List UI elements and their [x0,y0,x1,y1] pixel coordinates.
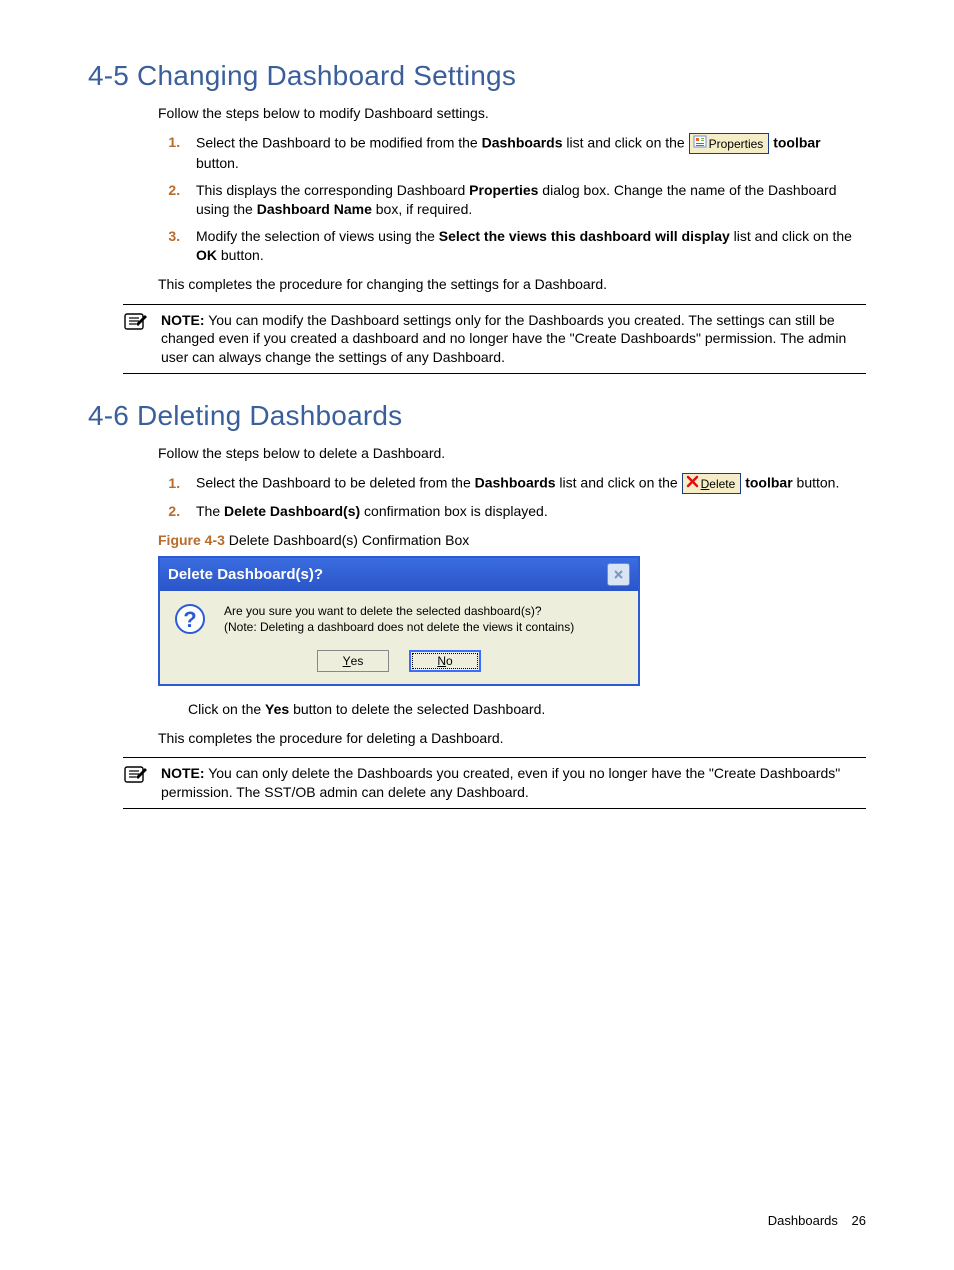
delete-button-label: Delete [701,477,736,491]
text-bold: Dashboards [475,475,556,491]
note-label: NOTE: [161,765,205,781]
section45-note: NOTE: You can modify the Dashboard setti… [123,304,866,375]
section46-step-2: The Delete Dashboard(s) confirmation box… [184,502,866,521]
text: button. [196,155,239,171]
close-icon [613,569,624,580]
question-icon: ? [174,603,206,635]
dialog-titlebar: Delete Dashboard(s)? [160,558,638,591]
text-bold: Delete Dashboard(s) [224,503,360,519]
text-bold: Dashboards [482,134,563,150]
dialog-close-button[interactable] [607,563,630,586]
text: Select the Dashboard to be deleted from … [196,475,475,491]
page-footer: Dashboards 26 [768,1213,866,1228]
text: list and click on the [730,228,852,244]
text-bold: Properties [469,182,538,198]
figure-text: Delete Dashboard(s) Confirmation Box [225,532,469,548]
section-heading-4-5: 4-5 Changing Dashboard Settings [88,60,866,92]
dialog-message-line1: Are you sure you want to delete the sele… [224,603,574,619]
section45-step-1: Select the Dashboard to be modified from… [184,133,866,173]
section45-step-3: Modify the selection of views using the … [184,227,866,265]
text: button. [793,475,840,491]
figure-caption: Figure 4-3 Delete Dashboard(s) Confirmat… [158,531,866,550]
section46-step-1: Select the Dashboard to be deleted from … [184,473,866,494]
section45-intro: Follow the steps below to modify Dashboa… [158,104,866,123]
note-body: You can only delete the Dashboards you c… [161,765,840,800]
section-heading-4-6: 4-6 Deleting Dashboards [88,400,866,432]
note-text: NOTE: You can modify the Dashboard setti… [161,311,866,368]
text-bold: toolbar [745,475,792,491]
note-body: You can modify the Dashboard settings on… [161,312,846,366]
section46-note: NOTE: You can only delete the Dashboards… [123,757,866,809]
properties-icon [693,135,707,152]
section45-conclusion: This completes the procedure for changin… [158,275,866,294]
text: The [196,503,224,519]
dialog-title-text: Delete Dashboard(s)? [168,566,323,583]
delete-toolbar-button[interactable]: Delete [682,473,742,494]
text: confirmation box is displayed. [360,503,548,519]
footer-section: Dashboards [768,1213,838,1228]
note-icon [123,312,151,337]
text: list and click on the [556,475,682,491]
section46-intro: Follow the steps below to delete a Dashb… [158,444,866,463]
text: button to delete the selected Dashboard. [289,701,545,717]
figure-label: Figure 4-3 [158,532,225,548]
note-icon [123,765,151,790]
delete-confirmation-dialog: Delete Dashboard(s)? ? Are you sure you … [158,556,640,685]
delete-x-icon [686,475,699,492]
text: Modify the selection of views using the [196,228,439,244]
footer-page-number: 26 [852,1213,866,1228]
svg-text:?: ? [183,607,196,632]
note-label: NOTE: [161,312,205,328]
text-bold: Dashboard Name [257,201,372,217]
dialog-yes-button[interactable]: Yes [317,650,389,672]
properties-button-label: Properties [709,137,764,151]
text-bold: OK [196,247,217,263]
text: Click on the [188,701,265,717]
text: Select the Dashboard to be modified from… [196,134,482,150]
after-dialog-instruction: Click on the Yes button to delete the se… [188,700,866,719]
text-bold: Yes [265,701,289,717]
dialog-no-button[interactable]: No [409,650,481,672]
dialog-message: Are you sure you want to delete the sele… [224,603,574,635]
text: button. [217,247,264,263]
section46-conclusion: This completes the procedure for deletin… [158,729,866,748]
dialog-message-line2: (Note: Deleting a dashboard does not del… [224,619,574,635]
note-text: NOTE: You can only delete the Dashboards… [161,764,866,802]
text-bold: toolbar [773,134,820,150]
properties-toolbar-button[interactable]: Properties [689,133,770,154]
text: box, if required. [372,201,472,217]
dialog-body: ? Are you sure you want to delete the se… [160,591,638,683]
text-bold: Select the views this dashboard will dis… [439,228,730,244]
text: list and click on the [563,134,689,150]
section45-step-2: This displays the corresponding Dashboar… [184,181,866,219]
text: This displays the corresponding Dashboar… [196,182,469,198]
